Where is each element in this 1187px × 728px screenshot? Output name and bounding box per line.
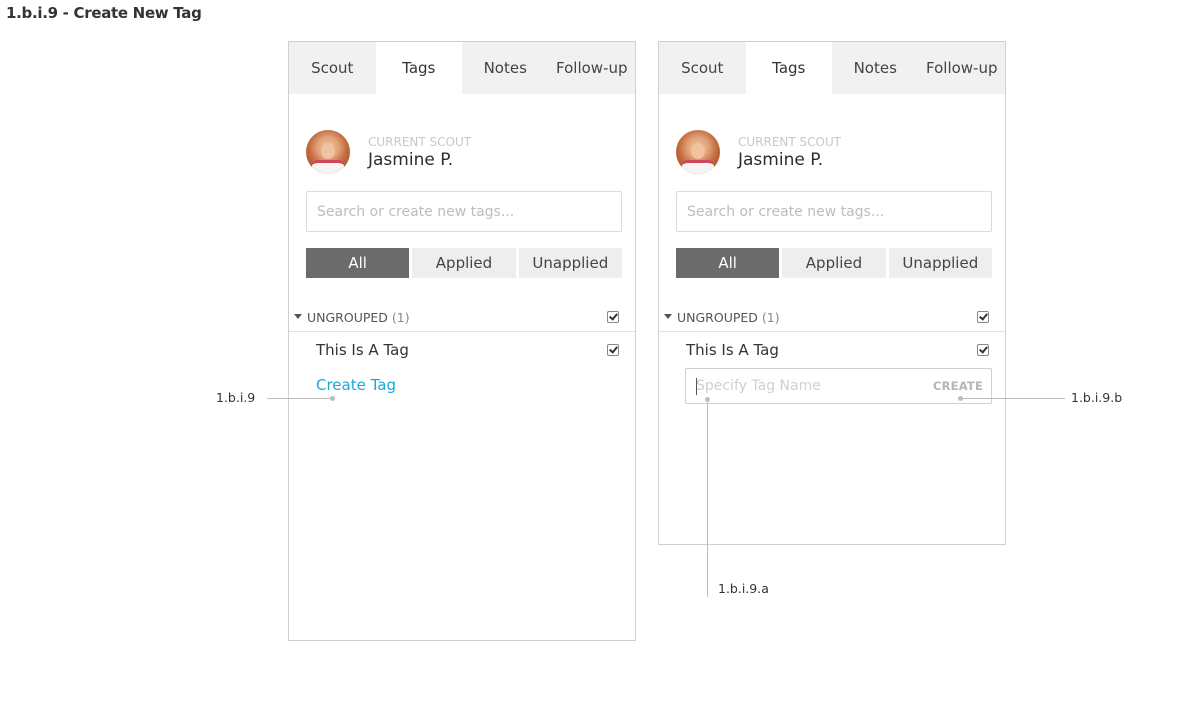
scout-name: Jasmine P. (368, 149, 454, 170)
tab-follow-up[interactable]: Follow-up (549, 42, 636, 94)
group-label: UNGROUPED (307, 310, 388, 325)
group-header[interactable]: UNGROUPED (1) (659, 306, 1005, 332)
caret-down-icon[interactable] (664, 314, 672, 319)
annotation-dot (330, 396, 335, 401)
tag-name-input[interactable] (686, 369, 926, 403)
tab-tags[interactable]: Tags (745, 42, 832, 94)
create-tag-link[interactable]: Create Tag (316, 376, 396, 394)
filter-unapplied[interactable]: Unapplied (888, 248, 992, 278)
current-scout-label: CURRENT SCOUT (738, 134, 842, 149)
avatar (676, 130, 720, 174)
tag-item-label: This Is A Tag (316, 341, 409, 359)
search-input[interactable] (306, 191, 622, 232)
group-count: (1) (391, 310, 410, 325)
tab-scout[interactable]: Scout (659, 42, 746, 94)
tab-follow-up[interactable]: Follow-up (919, 42, 1006, 94)
tags-panel-default: Scout Tags Notes Follow-up CURRENT SCOUT… (288, 41, 636, 641)
group-header[interactable]: UNGROUPED (1) (289, 306, 635, 332)
group-label: UNGROUPED (677, 310, 758, 325)
tab-bar: Scout Tags Notes Follow-up (289, 42, 635, 94)
tab-scout[interactable]: Scout (289, 42, 376, 94)
avatar (306, 130, 350, 174)
tab-notes[interactable]: Notes (832, 42, 919, 94)
annotation-line (267, 398, 333, 399)
annotation-label-create-button: 1.b.i.9.b (1071, 390, 1123, 405)
caret-down-icon[interactable] (294, 314, 302, 319)
filter-all[interactable]: All (306, 248, 410, 278)
new-tag-field: CREATE (685, 368, 992, 404)
group-checkbox-icon[interactable] (977, 311, 989, 323)
filter-group: All Applied Unapplied (676, 248, 992, 278)
tag-item-label: This Is A Tag (686, 341, 779, 359)
tab-notes[interactable]: Notes (462, 42, 549, 94)
tag-checkbox-icon[interactable] (977, 344, 989, 356)
annotation-line (707, 399, 708, 597)
filter-group: All Applied Unapplied (306, 248, 622, 278)
scout-name: Jasmine P. (738, 149, 824, 170)
group-checkbox-icon[interactable] (607, 311, 619, 323)
filter-all[interactable]: All (676, 248, 780, 278)
annotation-label-create-link: 1.b.i.9 (216, 390, 256, 405)
create-button[interactable]: CREATE (933, 379, 983, 393)
current-scout: CURRENT SCOUT Jasmine P. (306, 130, 471, 174)
text-cursor (696, 378, 697, 395)
search-input[interactable] (676, 191, 992, 232)
annotation-line (961, 398, 1065, 399)
filter-unapplied[interactable]: Unapplied (518, 248, 622, 278)
annotation-label-tag-input: 1.b.i.9.a (718, 581, 769, 596)
filter-applied[interactable]: Applied (782, 248, 886, 278)
group-count: (1) (761, 310, 780, 325)
page-title: 1.b.i.9 - Create New Tag (6, 4, 202, 22)
current-scout: CURRENT SCOUT Jasmine P. (676, 130, 841, 174)
tags-panel-creating: Scout Tags Notes Follow-up CURRENT SCOUT… (658, 41, 1006, 545)
tab-tags[interactable]: Tags (375, 42, 462, 94)
tag-checkbox-icon[interactable] (607, 344, 619, 356)
tab-bar: Scout Tags Notes Follow-up (659, 42, 1005, 94)
current-scout-label: CURRENT SCOUT (368, 134, 472, 149)
filter-applied[interactable]: Applied (412, 248, 516, 278)
